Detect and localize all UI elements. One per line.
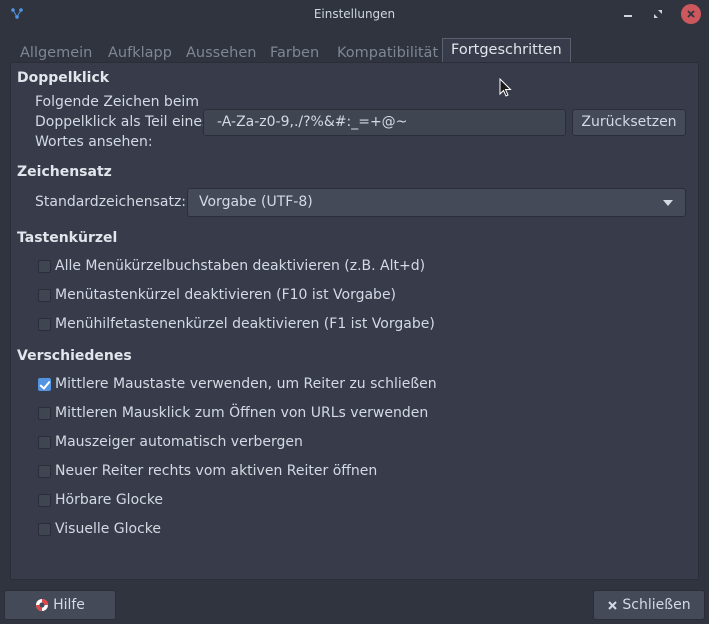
window-title: Einstellungen (313, 7, 396, 21)
lifebuoy-icon (36, 599, 49, 611)
close-label: Schließen (622, 597, 691, 613)
checkbox-label: Neuer Reiter rechts vom aktiven Reiter ö… (55, 463, 378, 479)
section-heading-zeichensatz: Zeichensatz (17, 164, 112, 180)
checkbox-checked[interactable] (38, 377, 51, 391)
checkbox[interactable] (38, 493, 51, 507)
close-icon (687, 10, 695, 18)
title-bar: Einstellungen (0, 0, 709, 30)
maximize-icon (654, 10, 662, 18)
checkbox[interactable] (38, 288, 51, 302)
checkbox-label: Alle Menükürzelbuchstaben deaktivieren (… (55, 258, 426, 274)
checkbox-label: Mittlere Maustaste verwenden, um Reiter … (55, 376, 437, 392)
maximize-button[interactable] (648, 4, 668, 24)
minimize-icon (624, 15, 632, 17)
misc-option-visual-bell[interactable]: Visuelle Glocke (38, 520, 161, 538)
shortcut-option-help-key[interactable]: Menühilfetastenenkürzel deaktivieren (F1… (38, 315, 435, 333)
close-x-icon (608, 600, 618, 610)
shortcut-option-menu-accelerators[interactable]: Alle Menükürzelbuchstaben deaktivieren (… (38, 257, 425, 275)
section-heading-verschiedenes: Verschiedenes (17, 348, 132, 364)
charset-selected-value: Vorgabe (UTF-8) (199, 194, 313, 210)
dropdown-arrow-icon (663, 200, 673, 206)
checkbox-label: Mauszeiger automatisch verbergen (55, 434, 303, 450)
help-label: Hilfe (53, 597, 85, 613)
misc-option-new-tab-right[interactable]: Neuer Reiter rechts vom aktiven Reiter ö… (38, 462, 377, 480)
misc-option-middle-click-urls[interactable]: Mittleren Mausklick zum Öffnen von URLs … (38, 404, 428, 422)
minimize-button[interactable] (618, 4, 638, 24)
doubleclick-label-line2: Doppelklick als Teil eines (35, 114, 210, 130)
checkbox[interactable] (38, 464, 51, 478)
misc-option-middle-click-close[interactable]: Mittlere Maustaste verwenden, um Reiter … (38, 375, 437, 393)
close-window-button[interactable] (681, 4, 701, 24)
misc-option-audible-bell[interactable]: Hörbare Glocke (38, 491, 163, 509)
misc-option-hide-pointer[interactable]: Mauszeiger automatisch verbergen (38, 433, 303, 451)
section-heading-tastenkuerzel: Tastenkürzel (17, 230, 118, 246)
doubleclick-label-line1: Folgende Zeichen beim (35, 94, 199, 110)
checkbox[interactable] (38, 259, 51, 273)
close-button[interactable]: Schließen (593, 590, 705, 620)
checkbox-label: Menütastenkürzel deaktivieren (F10 ist V… (55, 287, 397, 303)
checkbox-label: Mittleren Mausklick zum Öffnen von URLs … (55, 405, 429, 421)
checkbox-label: Menühilfetastenenkürzel deaktivieren (F1… (55, 316, 435, 332)
tab-fortgeschritten[interactable]: Fortgeschritten (442, 38, 571, 64)
checkbox-label: Hörbare Glocke (55, 492, 164, 508)
doubleclick-label-line3: Wortes ansehen: (35, 134, 153, 150)
checkbox[interactable] (38, 317, 51, 331)
checkbox[interactable] (38, 522, 51, 536)
reset-button[interactable]: Zurücksetzen (572, 109, 686, 136)
help-button[interactable]: Hilfe (4, 590, 116, 620)
charset-label: Standardzeichensatz: (35, 194, 187, 210)
charset-select[interactable]: Vorgabe (UTF-8) (187, 188, 686, 217)
checkbox-label: Visuelle Glocke (55, 521, 162, 537)
mouse-cursor-icon (499, 78, 512, 97)
checkbox[interactable] (38, 406, 51, 420)
section-heading-doppelklick: Doppelklick (17, 70, 110, 86)
doubleclick-chars-input[interactable]: -A-Za-z0-9,./?%&#:_=+@~ (203, 109, 566, 136)
checkbox[interactable] (38, 435, 51, 449)
shortcut-option-menu-key[interactable]: Menütastenkürzel deaktivieren (F10 ist V… (38, 286, 396, 304)
